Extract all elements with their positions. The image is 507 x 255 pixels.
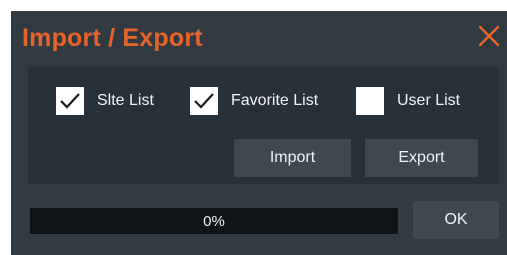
user-list-checkbox[interactable] xyxy=(356,87,384,115)
close-icon xyxy=(478,25,500,47)
import-export-dialog: Import / Export Slte List Favorite List xyxy=(11,11,507,255)
dialog-title: Import / Export xyxy=(22,24,203,52)
site-list-checkbox[interactable] xyxy=(56,87,84,115)
favorite-list-option[interactable]: Favorite List xyxy=(190,86,318,116)
options-panel: Slte List Favorite List User List Import… xyxy=(28,67,499,184)
favorite-list-label: Favorite List xyxy=(231,92,319,109)
close-button[interactable] xyxy=(476,23,502,49)
progress-text: 0% xyxy=(203,212,225,230)
checkmark-icon xyxy=(194,93,214,109)
user-list-label: User List xyxy=(397,92,461,109)
ok-button[interactable]: OK xyxy=(413,201,499,239)
favorite-list-checkbox[interactable] xyxy=(190,87,218,115)
import-button[interactable]: Import xyxy=(234,139,351,177)
progress-bar: 0% xyxy=(30,208,398,234)
site-list-option[interactable]: Slte List xyxy=(56,86,154,116)
site-list-label: Slte List xyxy=(97,92,154,109)
user-list-option[interactable]: User List xyxy=(356,86,460,116)
checkmark-icon xyxy=(60,93,80,109)
export-button[interactable]: Export xyxy=(365,139,478,177)
